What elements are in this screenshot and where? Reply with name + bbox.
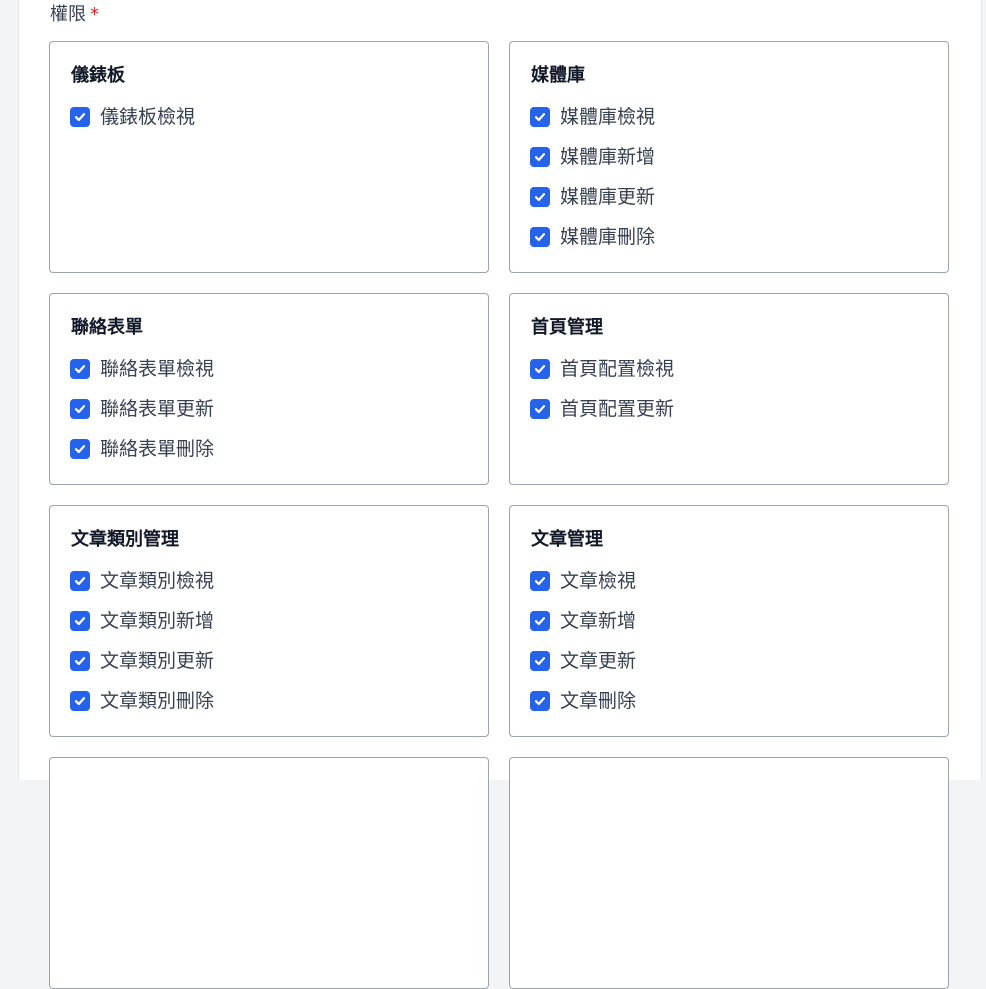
permission-option-label: 媒體庫新增 [560, 146, 656, 168]
permission-option-label: 文章新增 [560, 610, 637, 632]
checkmark-icon[interactable] [70, 611, 90, 631]
permission-group-card: 文章類別管理文章類別檢視 文章類別新增 文章類別更新 文章類別刪除 [49, 505, 489, 737]
checkmark-icon[interactable] [530, 227, 550, 247]
permission-group-card: 儀錶板儀錶板檢視 [49, 41, 489, 273]
permission-group-title: 媒體庫 [531, 65, 585, 86]
permission-option-label: 文章檢視 [560, 570, 637, 592]
permission-checkbox-option[interactable]: 媒體庫更新 [530, 185, 655, 209]
permission-checkbox-option[interactable]: 聯絡表單刪除 [70, 437, 214, 461]
permission-checkbox-option[interactable]: 媒體庫新增 [530, 145, 655, 169]
checkmark-icon[interactable] [70, 107, 90, 127]
permission-group-card [49, 757, 489, 989]
checkmark-icon[interactable] [530, 147, 550, 167]
checkmark-icon[interactable] [70, 691, 90, 711]
permission-option-label: 文章類別新增 [100, 610, 215, 632]
permission-checkbox-option[interactable]: 媒體庫檢視 [530, 105, 655, 129]
permission-option-label: 文章類別檢視 [100, 570, 215, 592]
required-asterisk: * [90, 4, 99, 25]
permission-group-card: 媒體庫媒體庫檢視媒體庫新增媒體庫更新媒體庫刪除 [509, 41, 949, 273]
permission-group-card: 首頁管理首頁配置檢視 首頁配置更新 [509, 293, 949, 485]
permission-option-label: 聯絡表單更新 [100, 398, 215, 420]
permission-group-title: 首頁管理 [531, 317, 603, 338]
permission-group-card: 文章管理文章檢視文章新增文章更新文章刪除 [509, 505, 949, 737]
checkmark-icon[interactable] [530, 399, 550, 419]
permission-group-title: 文章管理 [531, 529, 603, 550]
checkmark-icon[interactable] [530, 187, 550, 207]
permission-group-card [509, 757, 949, 989]
permission-checkbox-option[interactable]: 媒體庫刪除 [530, 225, 655, 249]
checkmark-icon[interactable] [530, 107, 550, 127]
checkmark-icon[interactable] [530, 359, 550, 379]
permission-group-card: 聯絡表單聯絡表單檢視 聯絡表單更新 聯絡表單刪除 [49, 293, 489, 485]
permission-checkbox-option[interactable]: 文章類別新增 [70, 609, 214, 633]
checkmark-icon[interactable] [70, 439, 90, 459]
permission-option-label: 聯絡表單檢視 [100, 358, 215, 380]
permission-checkbox-option[interactable]: 文章刪除 [530, 689, 636, 713]
permission-option-label: 媒體庫檢視 [560, 106, 656, 128]
permission-option-label: 聯絡表單刪除 [100, 438, 215, 460]
permission-checkbox-option[interactable]: 聯絡表單檢視 [70, 357, 214, 381]
permission-option-label: 媒體庫更新 [560, 186, 656, 208]
checkmark-icon[interactable] [530, 651, 550, 671]
permission-option-label: 首頁配置更新 [560, 398, 675, 420]
permission-group-title: 儀錶板 [71, 65, 125, 86]
permission-option-label: 文章更新 [560, 650, 637, 672]
permissions-field-label: 權限 * [50, 3, 99, 27]
permission-checkbox-option[interactable]: 聯絡表單更新 [70, 397, 214, 421]
permission-option-label: 文章類別更新 [100, 650, 215, 672]
checkmark-icon[interactable] [70, 399, 90, 419]
permission-option-label: 文章類別刪除 [100, 690, 215, 712]
permission-checkbox-option[interactable]: 文章類別檢視 [70, 569, 214, 593]
checkmark-icon[interactable] [70, 651, 90, 671]
permission-option-label: 媒體庫刪除 [560, 226, 656, 248]
permission-checkbox-option[interactable]: 文章新增 [530, 609, 636, 633]
permission-option-label: 儀錶板檢視 [100, 106, 196, 128]
checkmark-icon[interactable] [530, 691, 550, 711]
checkmark-icon[interactable] [530, 611, 550, 631]
permission-checkbox-option[interactable]: 儀錶板檢視 [70, 105, 195, 129]
checkmark-icon[interactable] [530, 571, 550, 591]
checkmark-icon[interactable] [70, 359, 90, 379]
permissions-label-text: 權限 [50, 4, 86, 25]
permission-checkbox-option[interactable]: 文章檢視 [530, 569, 636, 593]
permission-option-label: 文章刪除 [560, 690, 637, 712]
checkmark-icon[interactable] [70, 571, 90, 591]
permission-checkbox-option[interactable]: 文章更新 [530, 649, 636, 673]
permission-option-label: 首頁配置檢視 [560, 358, 675, 380]
permission-checkbox-option[interactable]: 文章類別更新 [70, 649, 214, 673]
permission-group-title: 聯絡表單 [71, 317, 143, 338]
permission-checkbox-option[interactable]: 首頁配置檢視 [530, 357, 674, 381]
permission-checkbox-option[interactable]: 首頁配置更新 [530, 397, 674, 421]
permission-checkbox-option[interactable]: 文章類別刪除 [70, 689, 214, 713]
permission-group-title: 文章類別管理 [71, 529, 179, 550]
